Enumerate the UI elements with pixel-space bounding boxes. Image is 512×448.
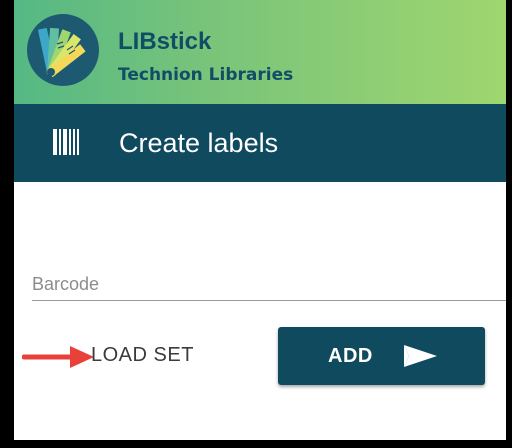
libstick-logo — [27, 14, 99, 86]
barcode-icon — [53, 129, 79, 155]
red-arrow-icon — [22, 346, 94, 368]
app-subtitle: Technion Libraries — [118, 65, 294, 85]
app-window: LIBstick Technion Libraries Create label… — [0, 0, 512, 448]
load-set-button[interactable]: LOAD SET — [91, 342, 194, 368]
toolbar: Create labels — [14, 104, 506, 182]
barcode-input[interactable] — [32, 268, 506, 301]
send-icon — [404, 345, 437, 367]
app-header: LIBstick Technion Libraries — [14, 0, 506, 104]
app-title: LIBstick — [118, 28, 212, 55]
add-button[interactable]: ADD — [278, 327, 485, 385]
add-button-label: ADD — [328, 345, 373, 367]
page-title: Create labels — [119, 128, 279, 158]
